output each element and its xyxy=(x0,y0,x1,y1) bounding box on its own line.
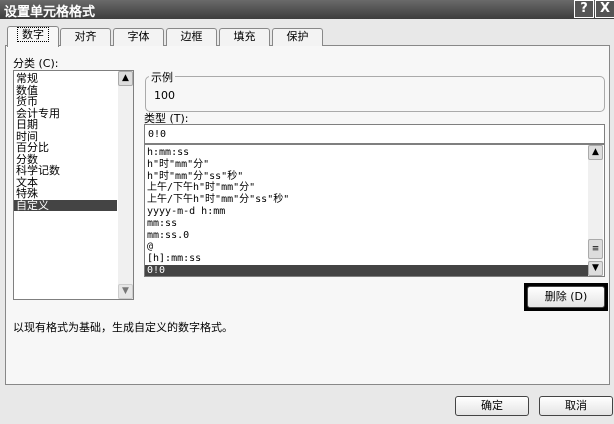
list-item[interactable]: h"时"mm"分"ss"秒" xyxy=(145,171,589,183)
delete-button-highlight: 删除 (D) xyxy=(524,283,608,311)
scroll-thumb[interactable]: ≡ xyxy=(588,239,603,259)
list-item[interactable]: [h]:mm:ss xyxy=(145,253,589,265)
tab-alignment[interactable]: 对齐 xyxy=(60,28,111,46)
tab-number[interactable]: 数字 xyxy=(7,26,59,47)
tab-border[interactable]: 边框 xyxy=(166,28,217,46)
tab-font[interactable]: 字体 xyxy=(113,28,164,46)
scroll-down-icon[interactable]: ▼ xyxy=(118,284,133,299)
list-item[interactable]: 常规 xyxy=(14,73,117,85)
dialog-title: 设置单元格格式 xyxy=(4,5,96,20)
list-item[interactable]: 上午/下午h"时"mm"分" xyxy=(145,182,589,194)
tab-protection[interactable]: 保护 xyxy=(272,28,323,46)
help-button[interactable]: ? xyxy=(574,0,594,18)
scroll-down-icon[interactable]: ▼ xyxy=(588,261,603,276)
category-list[interactable]: 常规 数值 货币 会计专用 日期 时间 百分比 分数 科学记数 文本 特殊 自定义 xyxy=(13,70,134,300)
scroll-up-icon[interactable]: ▲ xyxy=(588,145,603,160)
list-item[interactable]: 上午/下午h"时"mm"分"ss"秒" xyxy=(145,194,589,206)
ok-button[interactable]: 确定 xyxy=(455,396,529,416)
list-item[interactable]: 货币 xyxy=(14,96,117,108)
delete-button[interactable]: 删除 (D) xyxy=(527,286,605,308)
type-list[interactable]: h:mm:ss h"时"mm"分" h"时"mm"分"ss"秒" 上午/下午h"时"m… xyxy=(144,144,605,277)
cancel-button[interactable]: 取消 xyxy=(539,396,613,416)
list-item[interactable]: yyyy-m-d h:mm xyxy=(145,206,589,218)
scroll-up-icon[interactable]: ▲ xyxy=(118,71,133,86)
sample-value: 100 xyxy=(154,89,175,102)
type-scrollbar[interactable]: ▲ ≡ ▼ xyxy=(588,145,603,276)
list-item[interactable]: 科学记数 xyxy=(14,165,117,177)
tab-fill[interactable]: 填充 xyxy=(219,28,270,46)
sample-group xyxy=(145,76,605,112)
title-bar: 设置单元格格式 xyxy=(0,0,614,20)
list-item[interactable]: 0!0 xyxy=(145,264,589,276)
close-button[interactable]: X xyxy=(595,0,614,18)
type-input[interactable] xyxy=(144,124,605,144)
category-label: 分类 (C): xyxy=(13,57,59,70)
format-description: 以现有格式为基础，生成自定义的数字格式。 xyxy=(13,321,233,334)
tab-label: 数字 xyxy=(17,27,49,42)
list-item[interactable]: 日期 xyxy=(14,119,117,131)
sample-label: 示例 xyxy=(149,69,175,85)
list-item[interactable]: h"时"mm"分" xyxy=(145,159,589,171)
list-item[interactable]: 自定义 xyxy=(14,199,117,211)
list-item[interactable]: 特殊 xyxy=(14,188,117,200)
list-item[interactable]: h:mm:ss xyxy=(145,147,589,159)
list-item[interactable]: @ xyxy=(145,241,589,253)
list-item[interactable]: mm:ss xyxy=(145,218,589,230)
category-scrollbar[interactable]: ▲ ▼ xyxy=(118,71,133,299)
list-item[interactable]: 百分比 xyxy=(14,142,117,154)
list-item[interactable]: mm:ss.0 xyxy=(145,230,589,242)
